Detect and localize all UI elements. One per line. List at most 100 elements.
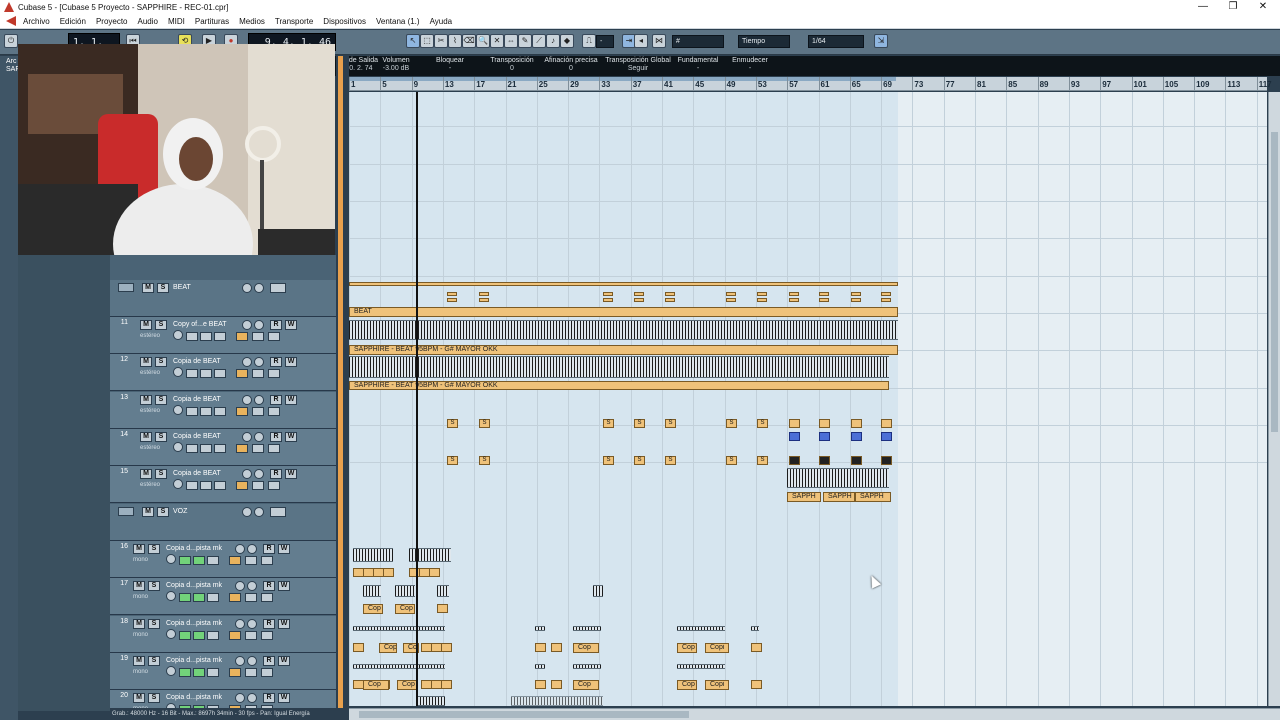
- timebase-button[interactable]: [214, 407, 226, 416]
- menu-midi[interactable]: MIDI: [163, 17, 190, 26]
- mute-button[interactable]: M: [133, 656, 145, 666]
- audio-waveform[interactable]: [353, 664, 445, 669]
- speaker-icon[interactable]: [247, 581, 257, 591]
- audio-waveform[interactable]: [573, 664, 601, 669]
- line-tool-icon[interactable]: ⟋: [532, 34, 546, 48]
- timebase-button[interactable]: [207, 631, 219, 640]
- timebase-button[interactable]: [214, 481, 226, 490]
- audio-waveform[interactable]: [349, 356, 889, 378]
- folder-icon[interactable]: [118, 507, 134, 516]
- lane-button[interactable]: [245, 593, 257, 602]
- playhead-cursor[interactable]: [416, 92, 418, 706]
- audio-part[interactable]: SAPPH: [787, 492, 821, 502]
- info-bloquear[interactable]: Bloquear -: [431, 57, 469, 72]
- quantize-apply-icon[interactable]: ⇲: [874, 34, 888, 48]
- lane-button[interactable]: [252, 444, 264, 453]
- menu-partituras[interactable]: Partituras: [190, 17, 234, 26]
- monitor-icon[interactable]: [242, 357, 252, 367]
- monitor-button[interactable]: [186, 444, 198, 453]
- folder-edit-icon[interactable]: [270, 507, 286, 517]
- audio-event[interactable]: S: [634, 456, 645, 465]
- audio-waveform[interactable]: [677, 664, 725, 669]
- folder-icon[interactable]: [118, 283, 134, 292]
- monitor-icon[interactable]: [235, 693, 245, 703]
- track-16[interactable]: 16 M S Copia d...pista mk R Wmono: [110, 541, 336, 578]
- audio-event[interactable]: [383, 568, 394, 577]
- record-enable-button[interactable]: [193, 631, 205, 640]
- record-enable-button[interactable]: [200, 369, 212, 378]
- monitor-icon[interactable]: [235, 544, 245, 554]
- audio-event[interactable]: [789, 456, 800, 465]
- folder-part-marker[interactable]: [634, 298, 644, 302]
- audio-waveform[interactable]: [787, 468, 889, 488]
- audio-event[interactable]: [881, 456, 892, 465]
- read-automation-button[interactable]: R: [270, 320, 282, 330]
- audio-part[interactable]: Cop: [573, 680, 599, 690]
- horizontal-scrollbar[interactable]: [349, 708, 1280, 720]
- record-enable-button[interactable]: [200, 407, 212, 416]
- mute-button[interactable]: M: [142, 283, 154, 293]
- quantize-select[interactable]: 1/64: [808, 35, 864, 48]
- solo-button[interactable]: S: [157, 507, 169, 517]
- record-enable-button[interactable]: [193, 668, 205, 677]
- audio-event[interactable]: [851, 419, 862, 428]
- speaker-icon[interactable]: [247, 544, 257, 554]
- audio-event[interactable]: [851, 456, 862, 465]
- audio-part[interactable]: SAPPH: [855, 492, 891, 502]
- timebase-button[interactable]: [214, 444, 226, 453]
- folder-part-marker[interactable]: [634, 292, 644, 296]
- write-automation-button[interactable]: W: [278, 656, 290, 666]
- audio-part[interactable]: SAPPHIRE - BEAT 95BPM - G# MAYOR OKK: [349, 381, 889, 390]
- audio-waveform[interactable]: [535, 626, 545, 631]
- audio-event[interactable]: S: [634, 419, 645, 428]
- edit-channel-button[interactable]: [166, 591, 176, 601]
- minimize-button[interactable]: —: [1188, 0, 1218, 14]
- audio-part[interactable]: Cop: [395, 604, 415, 614]
- track-name[interactable]: Copia de BEAT: [173, 470, 221, 477]
- audio-waveform[interactable]: [593, 585, 603, 597]
- track-name[interactable]: Copia d...pista mk: [166, 545, 222, 552]
- horizontal-scroll-thumb[interactable]: [359, 711, 689, 718]
- folder-part-marker[interactable]: [819, 298, 829, 302]
- range-tool-icon[interactable]: ⬚: [420, 34, 434, 48]
- write-automation-button[interactable]: W: [278, 619, 290, 629]
- audio-event[interactable]: [429, 568, 440, 577]
- audio-event[interactable]: S: [726, 419, 737, 428]
- audio-event[interactable]: [881, 432, 892, 441]
- audio-waveform[interactable]: [535, 664, 545, 669]
- speaker-icon[interactable]: [247, 619, 257, 629]
- folder-part-marker[interactable]: [881, 298, 891, 302]
- track-17[interactable]: 17 M S Copia d...pista mk R Wmono: [110, 578, 336, 615]
- folder-part-marker[interactable]: [819, 292, 829, 296]
- menu-ventana[interactable]: Ventana (1.): [371, 17, 425, 26]
- info-transposicion[interactable]: Transposición 0: [486, 57, 538, 72]
- nudge-select[interactable]: -: [596, 35, 614, 48]
- audio-event[interactable]: S: [603, 456, 614, 465]
- audio-waveform[interactable]: [395, 585, 415, 597]
- lock-button[interactable]: [229, 556, 241, 565]
- monitor-button[interactable]: [186, 481, 198, 490]
- info-afinacion[interactable]: Afinación precisa 0: [541, 57, 601, 72]
- audio-waveform[interactable]: [573, 626, 601, 631]
- folder-part-marker[interactable]: [789, 292, 799, 296]
- mute-button[interactable]: M: [140, 432, 152, 442]
- audio-event[interactable]: [441, 643, 452, 652]
- info-enmudecer[interactable]: Enmudecer -: [729, 57, 771, 72]
- audio-part[interactable]: Cop: [573, 643, 599, 653]
- folder-edit-icon[interactable]: [270, 283, 286, 293]
- close-button[interactable]: ✕: [1248, 0, 1278, 14]
- lock-button[interactable]: [236, 369, 248, 378]
- folder-part-marker[interactable]: [757, 298, 767, 302]
- folder-edit-icon[interactable]: [268, 407, 280, 416]
- track-13[interactable]: 13 M S Copia de BEAT R Westéreo: [110, 392, 336, 429]
- folder-part-marker[interactable]: [447, 298, 457, 302]
- audio-event[interactable]: [789, 419, 800, 428]
- snap-zero-icon[interactable]: ⋈: [652, 34, 666, 48]
- monitor-icon[interactable]: [235, 619, 245, 629]
- write-automation-button[interactable]: W: [285, 469, 297, 479]
- grid-select[interactable]: #: [672, 35, 724, 48]
- audio-waveform[interactable]: [751, 626, 759, 631]
- track-15[interactable]: 15 M S Copia de BEAT R Westéreo: [110, 466, 336, 503]
- record-enable-button[interactable]: [193, 593, 205, 602]
- record-enable-button[interactable]: [193, 556, 205, 565]
